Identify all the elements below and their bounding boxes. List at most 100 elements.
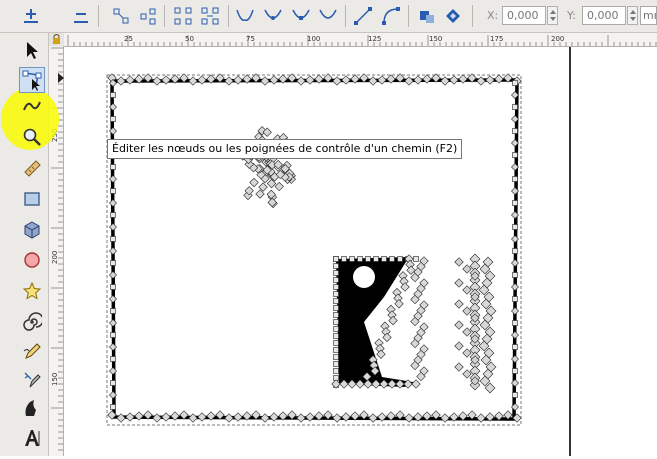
path-node-handle[interactable] — [125, 412, 135, 422]
path-node-handle[interactable] — [109, 127, 117, 135]
zoom-tool[interactable] — [19, 124, 45, 150]
path-node-handle[interactable] — [109, 271, 117, 279]
path-node-handle[interactable] — [269, 412, 279, 422]
path-node-handle[interactable] — [116, 76, 126, 86]
path-node-handle[interactable] — [161, 75, 171, 85]
path-node-handle[interactable] — [512, 320, 518, 326]
path-node-handle[interactable] — [512, 80, 518, 86]
path-node-handle[interactable] — [333, 284, 339, 290]
path-node-handle[interactable] — [411, 379, 421, 389]
path-node-handle[interactable] — [511, 307, 519, 315]
path-node-handle[interactable] — [449, 75, 459, 85]
path-node-handle[interactable] — [134, 411, 144, 421]
path-node-handle[interactable] — [333, 263, 339, 269]
y-spin-button[interactable] — [627, 6, 638, 25]
path-node-handle[interactable] — [188, 413, 198, 423]
path-node-handle[interactable] — [341, 75, 351, 85]
path-node-handle[interactable] — [333, 368, 339, 374]
path-node-handle[interactable] — [404, 413, 414, 423]
path-node-handle[interactable] — [512, 152, 518, 158]
units-select[interactable]: mm — [640, 6, 657, 25]
path-node-handle[interactable] — [333, 291, 339, 297]
path-node-handle[interactable] — [389, 256, 395, 262]
path-node-handle[interactable] — [332, 76, 342, 86]
path-node-handle[interactable] — [368, 76, 378, 86]
tweak-tool[interactable] — [19, 93, 45, 119]
delete-segment-button[interactable] — [199, 4, 221, 28]
path-node-handle[interactable] — [110, 308, 116, 314]
path-node-handle[interactable] — [454, 299, 464, 309]
path-node-handle[interactable] — [454, 320, 464, 330]
path-node-handle[interactable] — [333, 277, 339, 283]
path-node-handle[interactable] — [512, 200, 518, 206]
path-node-handle[interactable] — [333, 340, 339, 346]
ellipse-tool[interactable] — [19, 247, 45, 273]
break-path-button[interactable] — [137, 4, 159, 28]
path-node-handle[interactable] — [365, 256, 371, 262]
path-node-handle[interactable] — [109, 175, 117, 183]
3dbox-tool[interactable] — [19, 217, 45, 243]
path-node-handle[interactable] — [381, 256, 387, 262]
path-node-handle[interactable] — [413, 75, 423, 85]
path-node-handle[interactable] — [454, 362, 464, 372]
path-node-handle[interactable] — [454, 278, 464, 288]
path-node-handle[interactable] — [152, 413, 162, 423]
auto-smooth-node-button[interactable] — [317, 4, 339, 28]
path-node-handle[interactable] — [512, 176, 518, 182]
y-coordinate-input[interactable]: 0,000 — [582, 6, 626, 25]
path-node-handle[interactable] — [377, 75, 387, 85]
path-node-handle[interactable] — [511, 379, 519, 387]
path-node-handle[interactable] — [512, 128, 518, 134]
path-node-handle[interactable] — [332, 413, 342, 423]
path-node-handle[interactable] — [333, 326, 339, 332]
path-node-handle[interactable] — [512, 344, 518, 350]
path-node-handle[interactable] — [110, 380, 116, 386]
path-node-handle[interactable] — [333, 361, 339, 367]
path-node-handle[interactable] — [249, 177, 259, 188]
insert-node-button[interactable] — [20, 4, 42, 28]
path-node-handle[interactable] — [110, 332, 116, 338]
select-tool[interactable] — [19, 37, 45, 63]
path-node-handle[interactable] — [333, 305, 339, 311]
star-tool[interactable] — [19, 278, 45, 304]
path-node-handle[interactable] — [512, 296, 518, 302]
spiral-tool[interactable] — [19, 309, 45, 335]
path-node-handle[interactable] — [512, 104, 518, 110]
path-node-handle[interactable] — [188, 76, 198, 86]
line-segment-button[interactable] — [352, 4, 374, 28]
path-node-handle[interactable] — [152, 76, 162, 86]
path-node-handle[interactable] — [233, 412, 243, 422]
path-node-handle[interactable] — [296, 413, 306, 423]
path-node-handle[interactable] — [109, 295, 117, 303]
path-node-handle[interactable] — [109, 343, 117, 351]
curve-segment-button[interactable] — [380, 4, 402, 28]
path-node-handle[interactable] — [305, 412, 315, 422]
path-node-handle[interactable] — [116, 413, 126, 423]
join-segment-button[interactable] — [172, 4, 194, 28]
path-node-handle[interactable] — [125, 75, 135, 85]
path-node-handle[interactable] — [224, 76, 234, 86]
path-node-handle[interactable] — [197, 412, 207, 422]
path-node-handle[interactable] — [454, 341, 464, 351]
path-node-handle[interactable] — [512, 392, 518, 398]
path-node-handle[interactable] — [197, 75, 207, 85]
path-node-handle[interactable] — [373, 256, 379, 262]
stroke-to-path-button[interactable] — [442, 4, 464, 28]
measure-tool[interactable] — [19, 155, 45, 181]
path-node-handle[interactable] — [110, 236, 116, 242]
path-node-handle[interactable] — [440, 413, 450, 423]
path-node-handle[interactable] — [161, 412, 171, 422]
path-node-handle[interactable] — [512, 224, 518, 230]
path-node-handle[interactable] — [260, 76, 270, 86]
path-node-handle[interactable] — [274, 181, 284, 192]
pencil-tool[interactable] — [19, 339, 45, 365]
pen-tool[interactable] — [19, 367, 45, 393]
path-node-handle[interactable] — [458, 74, 468, 84]
path-node-handle[interactable] — [341, 412, 351, 422]
path-node-handle[interactable] — [333, 256, 339, 262]
path-node-handle[interactable] — [109, 319, 117, 327]
path-node-handle[interactable] — [269, 75, 279, 85]
path-node-handle[interactable] — [109, 199, 117, 207]
path-node-handle[interactable] — [440, 76, 450, 86]
path-node-handle[interactable] — [333, 319, 339, 325]
